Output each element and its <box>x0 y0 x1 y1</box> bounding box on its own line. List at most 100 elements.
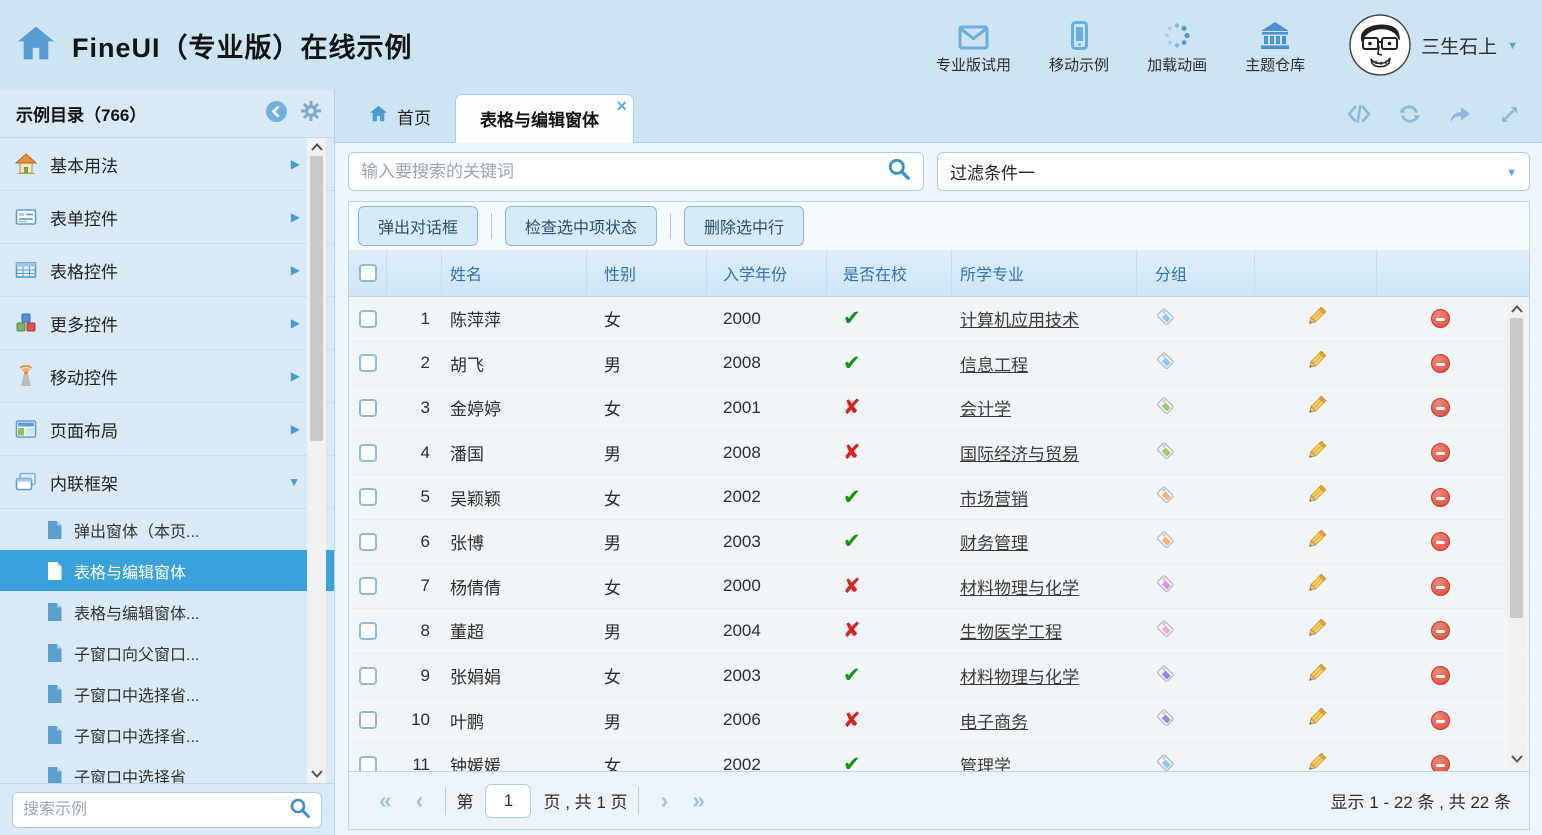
delete-selected-button[interactable]: 删除选中行 <box>684 206 804 246</box>
column-header-index[interactable] <box>387 250 442 296</box>
sidebar-group-more[interactable]: 更多控件 <box>0 297 334 350</box>
delete-row-icon[interactable] <box>1431 577 1450 596</box>
sidebar-search-input[interactable] <box>23 801 289 819</box>
sidebar-item-popup-window[interactable]: 弹出窗体（本页... <box>0 509 334 550</box>
delete-row-icon[interactable] <box>1431 398 1450 417</box>
major-link[interactable]: 国际经济与贸易 <box>960 445 1079 464</box>
header-action-loading[interactable]: 加载动画 <box>1147 16 1207 75</box>
grid-scrollbar[interactable] <box>1507 300 1526 768</box>
delete-row-icon[interactable] <box>1431 309 1450 328</box>
major-link[interactable]: 财务管理 <box>960 534 1028 553</box>
edit-pencil-icon[interactable] <box>1306 573 1327 599</box>
sidebar-group-mobile[interactable]: 移动控件 <box>0 350 334 403</box>
column-header-gender[interactable]: 性别 <box>587 250 707 296</box>
sidebar-scrollbar[interactable] <box>307 138 326 783</box>
last-page-button[interactable]: » <box>680 787 717 814</box>
delete-row-icon[interactable] <box>1431 666 1450 685</box>
edit-pencil-icon[interactable] <box>1306 752 1327 771</box>
row-checkbox[interactable] <box>359 756 377 771</box>
column-header-group[interactable]: 分组 <box>1137 250 1255 296</box>
magnifier-icon[interactable] <box>887 157 911 186</box>
edit-pencil-icon[interactable] <box>1306 663 1327 689</box>
sidebar-group-basics[interactable]: 基本用法 <box>0 138 334 191</box>
row-checkbox[interactable] <box>359 488 377 506</box>
page-number-input[interactable] <box>485 784 531 818</box>
column-header-enrolled[interactable]: 是否在校 <box>827 250 952 296</box>
sidebar-group-form[interactable]: 表单控件 <box>0 191 334 244</box>
column-header-major[interactable]: 所学专业 <box>952 250 1137 296</box>
edit-pencil-icon[interactable] <box>1306 707 1327 733</box>
header-action-mobile[interactable]: 移动示例 <box>1049 16 1109 75</box>
edit-pencil-icon[interactable] <box>1306 484 1327 510</box>
sidebar-item-child-to-parent[interactable]: 子窗口向父窗口... <box>0 632 334 673</box>
first-page-button[interactable]: « <box>367 787 404 814</box>
major-link[interactable]: 生物医学工程 <box>960 623 1062 642</box>
row-checkbox[interactable] <box>359 399 377 417</box>
major-link[interactable]: 计算机应用技术 <box>960 311 1079 330</box>
gear-icon[interactable] <box>300 100 322 127</box>
user-menu[interactable]: 三生石上 <box>1349 14 1518 76</box>
row-checkbox[interactable] <box>359 533 377 551</box>
column-header-name[interactable]: 姓名 <box>442 250 587 296</box>
edit-pencil-icon[interactable] <box>1306 529 1327 555</box>
edit-pencil-icon[interactable] <box>1306 350 1327 376</box>
row-checkbox[interactable] <box>359 577 377 595</box>
delete-row-icon[interactable] <box>1431 711 1450 730</box>
sidebar-item-child-select-province-3[interactable]: 子窗口中选择省 <box>0 755 334 783</box>
row-checkbox[interactable] <box>359 310 377 328</box>
major-link[interactable]: 电子商务 <box>960 713 1028 732</box>
sidebar-group-layout[interactable]: 页面布局 <box>0 403 334 456</box>
scroll-up-icon[interactable] <box>307 138 326 156</box>
keyword-search-input[interactable] <box>361 162 887 182</box>
share-icon[interactable] <box>1448 104 1472 129</box>
major-link[interactable]: 管理学 <box>960 757 1011 771</box>
edit-pencil-icon[interactable] <box>1306 618 1327 644</box>
delete-row-icon[interactable] <box>1431 532 1450 551</box>
refresh-icon[interactable] <box>1398 103 1421 130</box>
scrollbar-thumb[interactable] <box>310 156 323 441</box>
edit-pencil-icon[interactable] <box>1306 306 1327 332</box>
sidebar-item-child-select-province-1[interactable]: 子窗口中选择省... <box>0 673 334 714</box>
sidebar-item-child-select-province-2[interactable]: 子窗口中选择省... <box>0 714 334 755</box>
major-link[interactable]: 会计学 <box>960 400 1011 419</box>
edit-pencil-icon[interactable] <box>1306 440 1327 466</box>
scrollbar-thumb[interactable] <box>1510 318 1523 618</box>
delete-row-icon[interactable] <box>1431 443 1450 462</box>
sidebar-item-grid-edit-window[interactable]: 表格与编辑窗体 <box>0 550 334 591</box>
major-link[interactable]: 材料物理与化学 <box>960 579 1079 598</box>
scroll-down-icon[interactable] <box>1507 750 1526 768</box>
major-link[interactable]: 材料物理与化学 <box>960 668 1079 687</box>
filter-dropdown[interactable]: 过滤条件一 <box>937 152 1530 191</box>
row-checkbox[interactable] <box>359 444 377 462</box>
delete-row-icon[interactable] <box>1431 621 1450 640</box>
tab-grid-edit-window[interactable]: 表格与编辑窗体 <box>455 94 634 143</box>
major-link[interactable]: 市场营销 <box>960 490 1028 509</box>
scroll-up-icon[interactable] <box>1507 300 1526 318</box>
major-link[interactable]: 信息工程 <box>960 356 1028 375</box>
close-tab-icon[interactable] <box>616 96 627 117</box>
fullscreen-icon[interactable] <box>1499 104 1520 130</box>
sidebar-group-iframe[interactable]: 内联框架 <box>0 456 334 509</box>
magnifier-icon[interactable] <box>289 797 311 824</box>
delete-row-icon[interactable] <box>1431 488 1450 507</box>
row-checkbox[interactable] <box>359 667 377 685</box>
row-checkbox[interactable] <box>359 622 377 640</box>
header-action-trial[interactable]: 专业版试用 <box>936 16 1011 75</box>
edit-pencil-icon[interactable] <box>1306 395 1327 421</box>
tab-home[interactable]: 首页 <box>345 90 455 142</box>
delete-row-icon[interactable] <box>1431 354 1450 373</box>
column-header-year[interactable]: 入学年份 <box>707 250 827 296</box>
row-checkbox[interactable] <box>359 354 377 372</box>
code-icon[interactable] <box>1347 104 1371 129</box>
delete-row-icon[interactable] <box>1431 755 1450 771</box>
prev-page-button[interactable]: ‹ <box>404 787 436 814</box>
next-page-button[interactable]: › <box>649 787 681 814</box>
select-all-checkbox[interactable] <box>359 264 377 282</box>
check-selected-button[interactable]: 检查选中项状态 <box>505 206 657 246</box>
row-checkbox[interactable] <box>359 711 377 729</box>
sidebar-collapse-button[interactable] <box>265 100 288 128</box>
header-action-themes[interactable]: 主题仓库 <box>1245 16 1305 75</box>
sidebar-item-grid-edit-window-2[interactable]: 表格与编辑窗体... <box>0 591 334 632</box>
open-dialog-button[interactable]: 弹出对话框 <box>358 206 478 246</box>
scroll-down-icon[interactable] <box>307 765 326 783</box>
